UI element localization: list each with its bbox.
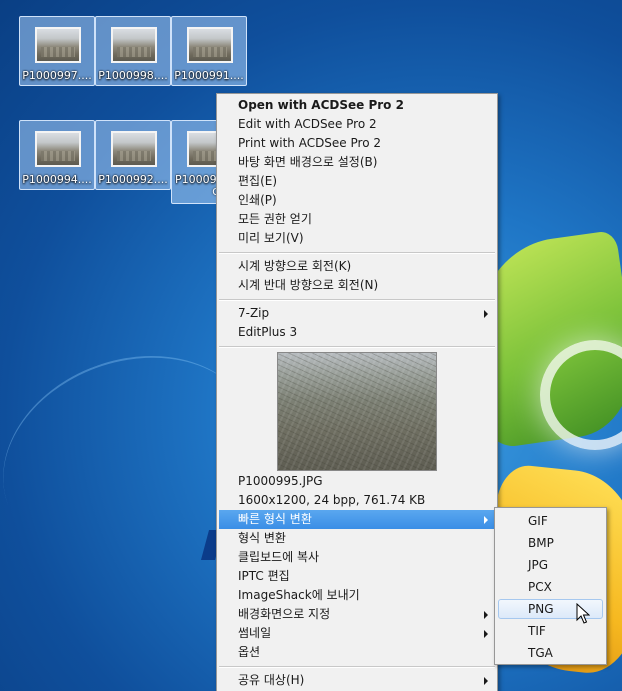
menu-item-copy-to-clipboard[interactable]: 클립보드에 복사 <box>219 548 495 567</box>
desktop-icon-label: P1000998.... <box>98 69 168 82</box>
mouse-pointer-icon <box>576 603 590 624</box>
menu-item-editplus[interactable]: EditPlus 3 <box>219 323 495 342</box>
desktop-icon-file[interactable]: P1000992.... <box>95 120 171 190</box>
menu-item-label: 배경화면으로 지정 <box>238 607 331 621</box>
context-menu: Open with ACDSee Pro 2 Edit with ACDSee … <box>216 93 498 691</box>
submenu-arrow-icon <box>484 630 488 638</box>
image-thumbnail-icon <box>35 27 81 63</box>
menu-separator <box>219 252 495 254</box>
menu-item-rotate-clockwise[interactable]: 시계 방향으로 회전(K) <box>219 257 495 276</box>
submenu-item-gif[interactable]: GIF <box>498 511 603 531</box>
menu-item-thumbnail[interactable]: 썸네일 <box>219 624 495 643</box>
submenu-arrow-icon <box>484 677 488 685</box>
submenu-item-tga[interactable]: TGA <box>498 643 603 663</box>
file-info-label: 1600x1200, 24 bpp, 761.74 KB <box>238 493 426 507</box>
menu-item-set-desktop-background[interactable]: 바탕 화면 배경으로 설정(B) <box>219 153 495 172</box>
submenu-arrow-icon <box>484 310 488 318</box>
desktop-icon-label: P1000991.... <box>174 69 244 82</box>
submenu-item-jpg[interactable]: JPG <box>498 555 603 575</box>
menu-item-label: 빠른 형식 변환 <box>238 512 312 526</box>
menu-item-options[interactable]: 옵션 <box>219 643 495 662</box>
menu-item-print[interactable]: 인쇄(P) <box>219 191 495 210</box>
menu-item-label: 썸네일 <box>238 626 272 640</box>
file-name-label: P1000995.JPG <box>238 474 323 488</box>
menu-item-iptc-edit[interactable]: IPTC 편집 <box>219 567 495 586</box>
desktop-icon-label: P1000994.... <box>22 173 92 186</box>
menu-separator <box>219 299 495 301</box>
menu-item-share-with[interactable]: 공유 대상(H) <box>219 671 495 690</box>
image-thumbnail-icon <box>35 131 81 167</box>
submenu-arrow-icon <box>484 611 488 619</box>
image-thumbnail-icon <box>111 27 157 63</box>
submenu-arrow-icon <box>484 516 488 524</box>
image-thumbnail-icon <box>187 27 233 63</box>
menu-separator <box>219 346 495 348</box>
menu-item-label: 7-Zip <box>238 306 270 320</box>
menu-item-take-ownership[interactable]: 모든 권한 얻기 <box>219 210 495 229</box>
desktop-icon-label: P1000997.... <box>22 69 92 82</box>
menu-item-open-with-acdsee[interactable]: Open with ACDSee Pro 2 <box>219 96 495 115</box>
menu-item-quick-format-convert[interactable]: 빠른 형식 변환 <box>219 510 495 529</box>
menu-item-set-as-background[interactable]: 배경화면으로 지정 <box>219 605 495 624</box>
menu-item-print-with-acdsee[interactable]: Print with ACDSee Pro 2 <box>219 134 495 153</box>
desktop-icon-file[interactable]: P1000998.... <box>95 16 171 86</box>
desktop-icon-file[interactable]: P1000991.... <box>171 16 247 86</box>
menu-item-rotate-counterclockwise[interactable]: 시계 반대 방향으로 회전(N) <box>219 276 495 295</box>
desktop-icon-file[interactable]: P1000997.... <box>19 16 95 86</box>
image-thumbnail-icon <box>111 131 157 167</box>
image-preview-thumbnail <box>277 352 437 471</box>
wallpaper-light-ring <box>540 340 622 450</box>
submenu-item-pcx[interactable]: PCX <box>498 577 603 597</box>
menu-item-send-to-imageshack[interactable]: ImageShack에 보내기 <box>219 586 495 605</box>
desktop-icon-label: P1000992.... <box>98 173 168 186</box>
menu-item-label: 공유 대상(H) <box>238 673 305 687</box>
menu-separator <box>219 666 495 668</box>
menu-item-7zip[interactable]: 7-Zip <box>219 304 495 323</box>
quick-convert-submenu: GIF BMP JPG PCX PNG TIF TGA <box>494 507 607 665</box>
menu-item-edit-with-acdsee[interactable]: Edit with ACDSee Pro 2 <box>219 115 495 134</box>
desktop-icon-file[interactable]: P1000994.... <box>19 120 95 190</box>
menu-item-preview[interactable]: 미리 보기(V) <box>219 229 495 248</box>
menu-item-format-convert[interactable]: 형식 변환 <box>219 529 495 548</box>
submenu-item-bmp[interactable]: BMP <box>498 533 603 553</box>
menu-item-edit[interactable]: 편집(E) <box>219 172 495 191</box>
